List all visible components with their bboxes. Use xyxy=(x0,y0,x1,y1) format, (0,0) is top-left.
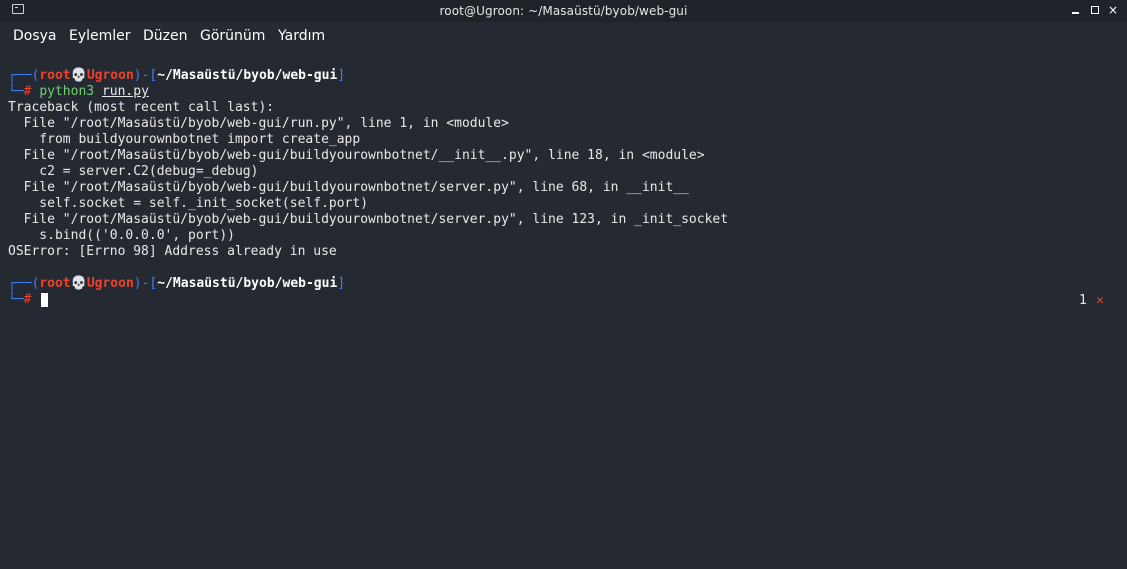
output-line: from buildyourownbotnet import create_ap… xyxy=(8,132,361,147)
prompt-line-input: └─# xyxy=(8,292,31,308)
output-line: File "/root/Masaüstü/byob/web-gui/buildy… xyxy=(8,212,729,227)
prompt-corner: ┌──( xyxy=(8,276,40,291)
prompt-corner: ┌──( xyxy=(8,68,40,83)
menu-eylemler[interactable]: Eylemler xyxy=(69,28,131,44)
output-line: Traceback (most recent call last): xyxy=(8,100,275,115)
prompt-bracket-close: ] xyxy=(337,276,346,291)
output-line: c2 = server.C2(debug=_debug) xyxy=(8,164,259,179)
error-line: OSError: [Errno 98] Address already in u… xyxy=(8,244,337,259)
output-line: self.socket = self._init_socket(self.por… xyxy=(8,196,369,211)
terminal-output-area[interactable]: ┌──(root💀Ugroon)-[~/Masaüstü/byob/web-gu… xyxy=(0,50,1127,569)
prompt-line-top: ┌──(root💀Ugroon)-[~/Masaüstü/byob/web-gu… xyxy=(8,276,345,292)
error-x-icon: ✕ xyxy=(1096,293,1104,308)
title-bar[interactable]: root@Ugroon: ~/Masaüstü/byob/web-gui × xyxy=(0,0,1127,22)
menu-dosya[interactable]: Dosya xyxy=(13,28,57,44)
prompt-host: Ugroon xyxy=(86,68,134,83)
text-cursor[interactable] xyxy=(41,293,48,307)
window-title: root@Ugroon: ~/Masaüstü/byob/web-gui xyxy=(439,4,688,18)
menu-yardim[interactable]: Yardım xyxy=(278,28,325,44)
maximize-button[interactable] xyxy=(1088,3,1102,17)
prompt-user: root xyxy=(39,68,71,83)
prompt-corner-bottom: └─ xyxy=(8,84,24,99)
skull-icon: 💀 xyxy=(70,276,87,291)
prompt-hash: # xyxy=(23,292,32,307)
output-line: File "/root/Masaüstü/byob/web-gui/buildy… xyxy=(8,180,689,195)
menu-duzen[interactable]: Düzen xyxy=(143,28,188,44)
prompt-corner-bottom: └─ xyxy=(8,292,24,307)
output-line: s.bind(('0.0.0.0', port)) xyxy=(8,228,235,243)
command-argument: run.py xyxy=(101,84,149,99)
menu-bar: Dosya Eylemler Düzen Görünüm Yardım xyxy=(0,22,1127,50)
menu-gorunum[interactable]: Görünüm xyxy=(200,28,265,44)
prompt-line-command: └─# python3 run.py xyxy=(8,84,149,100)
command-name: python3 xyxy=(39,84,95,99)
minimize-button[interactable] xyxy=(1068,3,1082,17)
exit-status-count: 1 xyxy=(1079,293,1087,308)
prompt-separator: )-[ xyxy=(133,276,158,291)
prompt-line-top: ┌──(root💀Ugroon)-[~/Masaüstü/byob/web-gu… xyxy=(8,68,345,84)
output-line: File "/root/Masaüstü/byob/web-gui/run.py… xyxy=(8,116,509,131)
prompt-path: ~/Masaüstü/byob/web-gui xyxy=(157,68,338,83)
terminal-window: root@Ugroon: ~/Masaüstü/byob/web-gui × D… xyxy=(0,0,1127,569)
prompt-path: ~/Masaüstü/byob/web-gui xyxy=(157,276,338,291)
output-line: File "/root/Masaüstü/byob/web-gui/buildy… xyxy=(8,148,705,163)
prompt-separator: )-[ xyxy=(133,68,158,83)
close-button[interactable]: × xyxy=(1106,3,1120,17)
prompt-user: root xyxy=(39,276,71,291)
skull-icon: 💀 xyxy=(70,68,87,83)
prompt-host: Ugroon xyxy=(86,276,134,291)
prompt-bracket-close: ] xyxy=(337,68,346,83)
prompt-hash: # xyxy=(23,84,32,99)
